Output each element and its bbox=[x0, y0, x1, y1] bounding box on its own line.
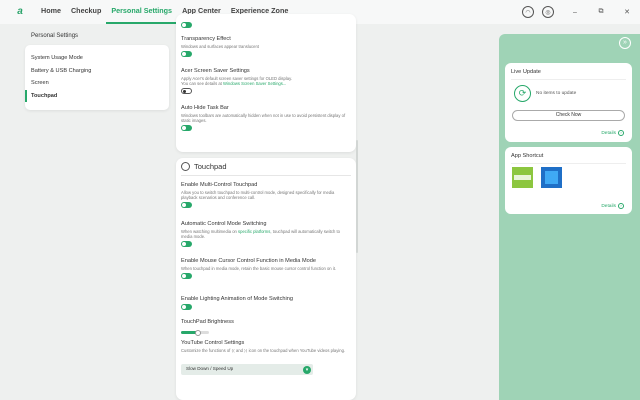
no-items-text: No items to update bbox=[536, 91, 577, 96]
rewind-icon: ⟨⟨ bbox=[231, 348, 235, 353]
nav-home[interactable]: Home bbox=[36, 0, 66, 24]
specific-platforms-link[interactable]: specific platforms bbox=[238, 229, 270, 234]
multi-control-setting: Enable Multi-Control Touchpad Allow you … bbox=[181, 182, 351, 209]
lighting-toggle[interactable] bbox=[181, 304, 192, 310]
chevron-down-icon[interactable]: ▾ bbox=[303, 365, 311, 374]
live-update-details-link[interactable]: Details › bbox=[601, 130, 624, 136]
previous-toggle[interactable] bbox=[181, 22, 192, 28]
youtube-desc: Customize the functions of ⟨⟨ and ⟩⟩ ico… bbox=[181, 348, 351, 353]
multi-control-toggle[interactable] bbox=[181, 202, 192, 209]
auto-switch-setting: Automatic Control Mode Switching When wa… bbox=[181, 221, 351, 248]
youtube-desc-suffix: icon on the touchpad when YouTube videos… bbox=[248, 348, 346, 353]
app-shortcut-details-link[interactable]: Details › bbox=[601, 203, 624, 209]
app-shortcut-tile-1[interactable] bbox=[512, 167, 533, 188]
auto-switch-toggle[interactable] bbox=[181, 241, 192, 248]
sidebar-item-screen[interactable]: Screen bbox=[25, 77, 169, 90]
nav-checkup[interactable]: Checkup bbox=[66, 0, 106, 24]
header-divider bbox=[181, 175, 351, 176]
restore-button[interactable]: ⧉ bbox=[588, 8, 614, 16]
touchpad-card: Touchpad Enable Multi-Control Touchpad A… bbox=[176, 158, 356, 400]
touchpad-icon bbox=[181, 162, 190, 171]
acer-logo-icon: a bbox=[17, 6, 23, 17]
sidebar-item-system-usage-mode[interactable]: System Usage Mode bbox=[25, 52, 169, 65]
cursor-control-toggle[interactable] bbox=[181, 273, 192, 280]
check-now-button[interactable]: Check Now bbox=[512, 110, 625, 121]
app-shortcut-tile-2[interactable] bbox=[541, 167, 562, 188]
cursor-control-setting: Enable Mouse Cursor Control Function in … bbox=[181, 258, 351, 280]
brightness-slider-handle[interactable] bbox=[194, 329, 201, 336]
live-update-divider bbox=[511, 79, 626, 80]
nav-personal-settings[interactable]: Personal Settings bbox=[106, 0, 178, 24]
windows-screen-saver-link[interactable]: Windows Screen Saver Settings... bbox=[223, 81, 286, 86]
screen-saver-title: Acer Screen Saver Settings bbox=[181, 68, 250, 74]
transparency-title: Transparency Effect bbox=[181, 36, 231, 42]
update-icon: ⟳ bbox=[514, 85, 531, 102]
youtube-desc-and: and bbox=[235, 348, 243, 353]
sidebar-item-battery-usb[interactable]: Battery & USB Charging bbox=[25, 65, 169, 78]
main-scrollbar[interactable] bbox=[356, 140, 358, 253]
brightness-setting: TouchPad Brightness bbox=[181, 319, 351, 327]
youtube-title: YouTube Control Settings bbox=[181, 340, 245, 346]
youtube-control-value: Slow Down / Speed Up bbox=[186, 366, 234, 371]
sidebar-title: Personal Settings bbox=[31, 33, 79, 39]
youtube-setting: YouTube Control Settings Customize the f… bbox=[181, 340, 351, 353]
cursor-control-title: Enable Mouse Cursor Control Function in … bbox=[181, 258, 316, 264]
live-update-card: Live Update ⟳ No items to update Check N… bbox=[505, 63, 632, 142]
screen-settings-card: Transparency Effect Windows and surfaces… bbox=[176, 14, 356, 152]
brightness-title: TouchPad Brightness bbox=[181, 319, 234, 325]
app-shortcut-details-label: Details bbox=[601, 203, 616, 209]
settings-icon[interactable]: ◎ bbox=[542, 6, 554, 18]
sidebar-menu: System Usage Mode Battery & USB Charging… bbox=[25, 45, 169, 110]
forward-icon: ⟩⟩ bbox=[244, 348, 248, 353]
transparency-desc: Windows and surfaces appear translucent bbox=[181, 44, 259, 49]
app-shortcut-title: App Shortcut bbox=[511, 153, 544, 159]
auto-switch-title: Automatic Control Mode Switching bbox=[181, 221, 267, 227]
top-icons: ◠ ◎ – ⧉ ✕ bbox=[522, 0, 640, 24]
headset-icon[interactable]: ◠ bbox=[522, 6, 534, 18]
hidden-toggle-row bbox=[181, 20, 351, 28]
auto-hide-toggle[interactable] bbox=[181, 125, 192, 132]
app-shortcut-card: App Shortcut Details › bbox=[505, 147, 632, 214]
lighting-setting: Enable Lighting Animation of Mode Switch… bbox=[181, 296, 351, 310]
screen-saver-desc-prefix: You can see details at bbox=[181, 81, 222, 87]
live-update-details-label: Details bbox=[601, 130, 616, 136]
youtube-desc-prefix: Customize the functions of bbox=[181, 348, 231, 353]
touchpad-heading: Touchpad bbox=[194, 162, 227, 171]
touchpad-header: Touchpad bbox=[181, 162, 227, 171]
multi-control-title: Enable Multi-Control Touchpad bbox=[181, 182, 258, 188]
close-button[interactable]: ✕ bbox=[614, 8, 640, 16]
app-shortcut-divider bbox=[511, 163, 626, 164]
minimize-button[interactable]: – bbox=[562, 9, 588, 16]
live-update-title: Live Update bbox=[511, 69, 541, 75]
screen-saver-desc-2: You can see details at Windows Screen Sa… bbox=[181, 81, 351, 86]
lighting-title: Enable Lighting Animation of Mode Switch… bbox=[181, 296, 293, 302]
auto-hide-desc: Windows toolbars are automatically hidde… bbox=[181, 113, 346, 124]
sidebar-item-touchpad[interactable]: Touchpad bbox=[25, 89, 169, 102]
auto-hide-setting: Auto Hide Task Bar Windows toolbars are … bbox=[181, 105, 351, 132]
youtube-control-select[interactable]: Slow Down / Speed Up ▾ bbox=[181, 364, 313, 375]
screen-saver-setting: Acer Screen Saver Settings Apply Acer's … bbox=[181, 68, 351, 95]
arrow-right-icon: › bbox=[618, 203, 624, 209]
multi-control-desc: Allow you to switch touchpad to multi-co… bbox=[181, 190, 335, 201]
auto-hide-title: Auto Hide Task Bar bbox=[181, 105, 229, 111]
arrow-right-icon: › bbox=[618, 130, 624, 136]
collapse-panel-button[interactable]: » bbox=[619, 37, 631, 49]
transparency-toggle[interactable] bbox=[181, 51, 192, 58]
brightness-slider[interactable] bbox=[181, 329, 209, 336]
cursor-control-desc: When touchpad in media mode, retain the … bbox=[181, 266, 337, 271]
auto-switch-desc: When watching multimedia on specific pla… bbox=[181, 229, 351, 239]
transparency-setting: Transparency Effect Windows and surfaces… bbox=[181, 36, 351, 58]
screen-saver-toggle[interactable] bbox=[181, 88, 192, 95]
